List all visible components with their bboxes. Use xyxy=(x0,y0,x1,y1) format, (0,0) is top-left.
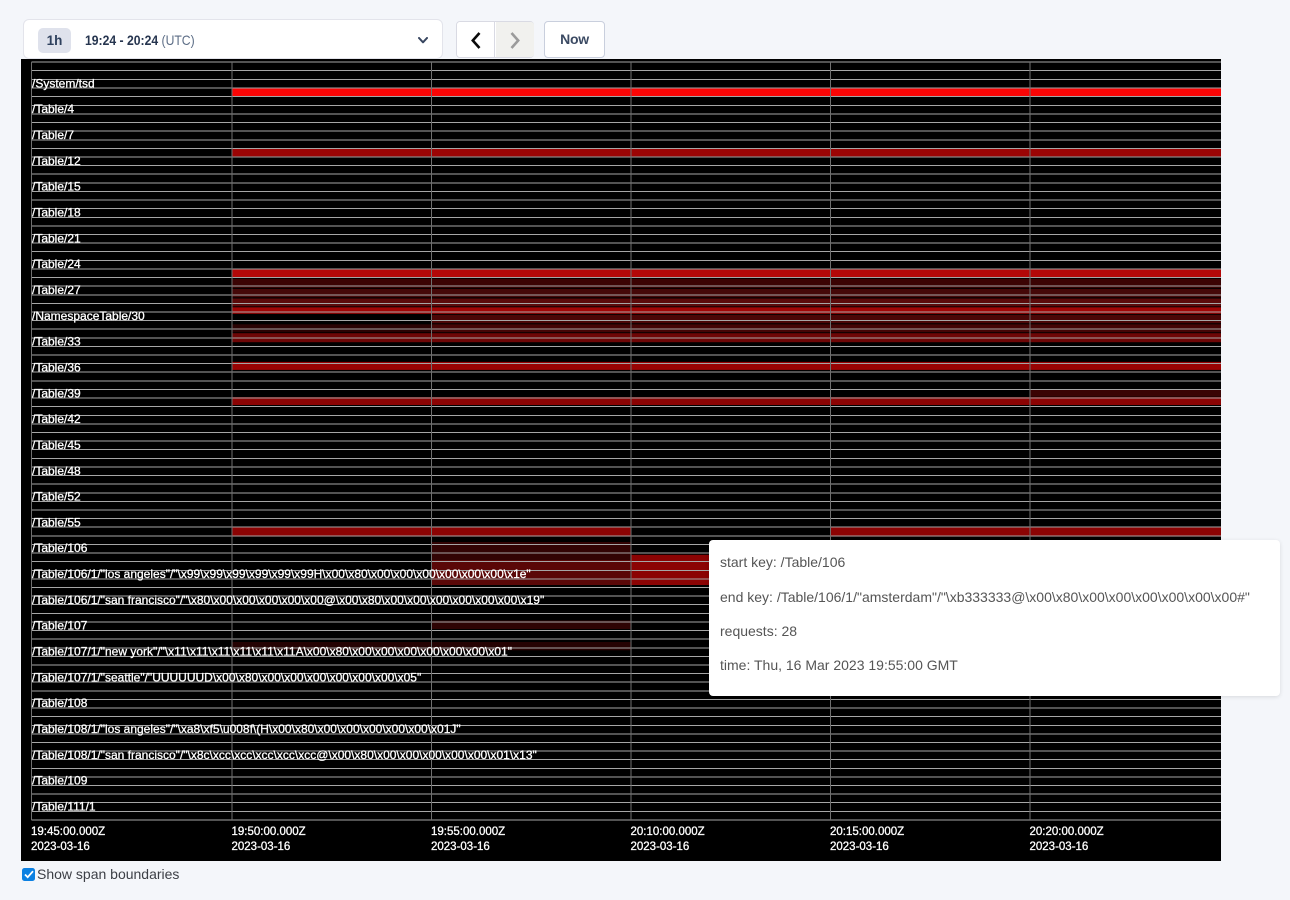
svg-text:/Table/106/1/"los angeles"/"\x: /Table/106/1/"los angeles"/"\x99\x99\x99… xyxy=(32,567,531,581)
svg-text:/Table/15: /Table/15 xyxy=(32,180,81,194)
svg-text:/Table/12: /Table/12 xyxy=(32,154,81,168)
svg-text:/Table/107/1/"new york"/"\x11\: /Table/107/1/"new york"/"\x11\x11\x11\x1… xyxy=(32,645,512,659)
svg-text:/Table/52: /Table/52 xyxy=(32,490,81,504)
svg-text:/Table/107: /Table/107 xyxy=(32,619,88,633)
svg-text:/Table/108/1/"los angeles"/"\x: /Table/108/1/"los angeles"/"\xa8\xf5\u00… xyxy=(32,722,461,736)
svg-text:/Table/33: /Table/33 xyxy=(32,335,81,349)
svg-text:/NamespaceTable/30: /NamespaceTable/30 xyxy=(32,309,145,323)
svg-text:20:15:00.000Z: 20:15:00.000Z xyxy=(830,826,904,838)
svg-text:19:50:00.000Z: 19:50:00.000Z xyxy=(232,826,306,838)
svg-text:/Table/4: /Table/4 xyxy=(32,102,74,116)
svg-text:/Table/24: /Table/24 xyxy=(32,257,81,271)
svg-text:2023-03-16: 2023-03-16 xyxy=(1030,841,1089,853)
svg-text:20:20:00.000Z: 20:20:00.000Z xyxy=(1030,826,1104,838)
svg-text:/Table/39: /Table/39 xyxy=(32,386,81,400)
svg-text:2023-03-16: 2023-03-16 xyxy=(31,841,90,853)
svg-text:/Table/7: /Table/7 xyxy=(32,128,74,142)
svg-text:/Table/109: /Table/109 xyxy=(32,774,88,788)
svg-text:/Table/55: /Table/55 xyxy=(32,515,81,529)
svg-text:20:10:00.000Z: 20:10:00.000Z xyxy=(631,826,705,838)
svg-text:2023-03-16: 2023-03-16 xyxy=(631,841,690,853)
svg-text:/Table/27: /Table/27 xyxy=(32,283,81,297)
svg-text:/Table/106: /Table/106 xyxy=(32,541,88,555)
svg-text:/Table/107/1/"seattle"/"UUUUUU: /Table/107/1/"seattle"/"UUUUUUD\x00\x80\… xyxy=(32,670,421,684)
svg-text:/Table/106/1/"san francisco"/": /Table/106/1/"san francisco"/"\x80\x00\x… xyxy=(32,593,544,607)
svg-text:/Table/18: /Table/18 xyxy=(32,205,81,219)
svg-text:/Table/111/1: /Table/111/1 xyxy=(32,800,96,814)
svg-text:/Table/21: /Table/21 xyxy=(32,231,81,245)
svg-text:/Table/108/1/"san francisco"/": /Table/108/1/"san francisco"/"\x8c\xcc\x… xyxy=(32,748,537,762)
svg-text:2023-03-16: 2023-03-16 xyxy=(232,841,291,853)
svg-text:2023-03-16: 2023-03-16 xyxy=(431,841,490,853)
svg-text:19:55:00.000Z: 19:55:00.000Z xyxy=(431,826,505,838)
svg-text:2023-03-16: 2023-03-16 xyxy=(830,841,889,853)
svg-text:/Table/108: /Table/108 xyxy=(32,696,88,710)
svg-text:/Table/36: /Table/36 xyxy=(32,360,81,374)
svg-text:/Table/48: /Table/48 xyxy=(32,464,81,478)
svg-text:/System/tsd: /System/tsd xyxy=(32,76,95,90)
svg-text:/Table/42: /Table/42 xyxy=(32,412,81,426)
svg-text:/Table/45: /Table/45 xyxy=(32,438,81,452)
svg-text:19:45:00.000Z: 19:45:00.000Z xyxy=(31,826,105,838)
